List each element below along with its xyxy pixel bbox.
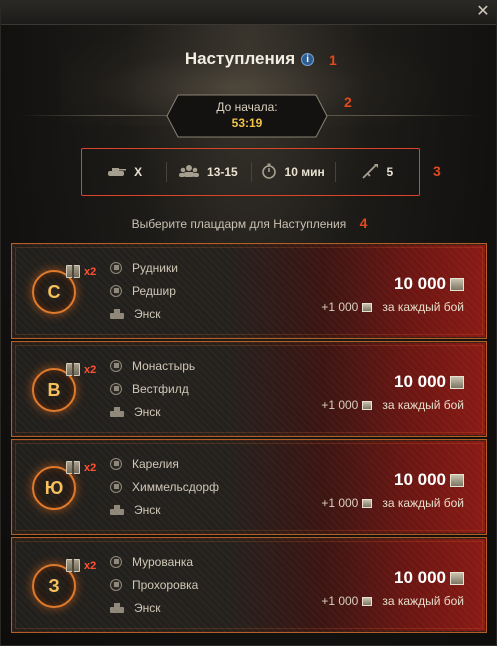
reward-per-battle: +1 000 за каждый бой: [321, 496, 464, 510]
annotation-marker-3: 3: [433, 163, 441, 179]
per-battle-text: за каждый бой: [382, 496, 464, 510]
reward-per-battle: +1 000 за каждый бой: [321, 398, 464, 412]
map-name: Прохоровка: [132, 577, 199, 592]
param-duration-value: 10 мин: [284, 165, 325, 179]
per-battle-amount: +1 000: [321, 398, 359, 412]
per-battle-amount: +1 000: [321, 300, 359, 314]
multiplier-badge: x2: [84, 462, 97, 474]
industrial-resource-icon: [450, 571, 464, 585]
map-name: Рудники: [132, 260, 178, 275]
map-list: Мурованка Прохоровка Энск: [110, 550, 240, 619]
reward-total: 10 000: [394, 372, 464, 392]
map-icon: [110, 457, 122, 470]
map-name: Энск: [134, 306, 161, 321]
per-battle-text: за каждый бой: [382, 300, 464, 314]
reward-total: 10 000: [394, 470, 464, 490]
annotation-marker-1: 1: [329, 52, 337, 68]
headquarters-icon: [110, 602, 124, 613]
industrial-resource-icon: [362, 596, 373, 606]
map-name: Энск: [134, 404, 161, 419]
reserve-box-icon: [66, 461, 80, 474]
map-name: Химмельсдорф: [132, 479, 219, 494]
info-icon[interactable]: i: [301, 52, 315, 66]
per-battle-amount: +1 000: [321, 594, 359, 608]
industrial-resource-icon: [362, 498, 373, 508]
battle-params-panel: X 13-15 10 мин 5: [81, 148, 420, 196]
reward-amount: 10 000: [394, 470, 446, 489]
map-list: Монастырь Вестфилд Энск: [110, 354, 240, 423]
reward-per-battle: +1 000 за каждый бой: [321, 300, 464, 314]
map-icon: [110, 359, 122, 372]
industrial-resource-icon: [450, 375, 464, 389]
players-icon: [179, 164, 200, 180]
direction-list: С x2 Рудники Редшир Энск 10 000 +1 000 з…: [11, 241, 487, 641]
industrial-resource-icon: [362, 302, 373, 312]
reward-per-battle: +1 000 за каждый бой: [321, 594, 464, 608]
headquarters-icon: [110, 406, 124, 417]
close-icon[interactable]: ✕: [474, 3, 492, 21]
reserve-box-icon: [66, 363, 80, 376]
map-icon: [110, 480, 122, 493]
choose-prompt-row: Выберите плацдарм для Наступления 4: [1, 215, 497, 231]
map-icon: [110, 578, 122, 591]
headquarters-icon: [110, 504, 124, 515]
annotation-marker-4: 4: [359, 215, 368, 231]
headquarters-icon: [110, 308, 124, 319]
offensive-window: ✕ Наступления i 1 До начала: 53:19 2 X 1…: [0, 0, 497, 646]
multiplier-badge: x2: [84, 266, 97, 278]
start-timer: До начала: 53:19: [166, 94, 328, 138]
reward-total: 10 000: [394, 568, 464, 588]
param-players-value: 13-15: [207, 165, 238, 179]
map-icon: [110, 261, 122, 274]
timer-label: До начала:: [216, 100, 278, 114]
direction-card-east[interactable]: В x2 Монастырь Вестфилд Энск 10 000 +1 0…: [11, 341, 487, 437]
map-name: Энск: [134, 600, 161, 615]
direction-card-south[interactable]: Ю x2 Карелия Химмельсдорф Энск 10 000 +1…: [11, 439, 487, 535]
map-name: Редшир: [132, 283, 176, 298]
reward-amount: 10 000: [394, 568, 446, 587]
reward-total: 10 000: [394, 274, 464, 294]
map-name: Карелия: [132, 456, 179, 471]
param-battles: 5: [334, 158, 419, 186]
direction-card-west[interactable]: З x2 Мурованка Прохоровка Энск 10 000 +1…: [11, 537, 487, 633]
reserve-box-icon: [66, 265, 80, 278]
reserve-box-icon: [66, 559, 80, 572]
map-name: Мурованка: [132, 554, 194, 569]
per-battle-text: за каждый бой: [382, 594, 464, 608]
param-duration: 10 мин: [250, 158, 335, 186]
map-name: Вестфилд: [132, 381, 189, 396]
multiplier-badge: x2: [84, 560, 97, 572]
choose-prompt: Выберите плацдарм для Наступления: [131, 217, 347, 231]
page-title-row: Наступления i: [1, 49, 497, 69]
map-icon: [110, 382, 122, 395]
annotation-marker-2: 2: [344, 94, 352, 110]
param-battles-value: 5: [386, 165, 394, 179]
reward-amount: 10 000: [394, 274, 446, 293]
param-tier: X: [82, 158, 166, 186]
map-name: Энск: [134, 502, 161, 517]
param-players: 13-15: [166, 158, 250, 186]
industrial-resource-icon: [450, 473, 464, 487]
tank-icon: [106, 165, 127, 179]
per-battle-amount: +1 000: [321, 496, 359, 510]
stopwatch-icon: [261, 163, 277, 181]
window-topbar: ✕: [1, 1, 496, 25]
timer-value: 53:19: [231, 116, 263, 130]
map-icon: [110, 555, 122, 568]
map-list: Рудники Редшир Энск: [110, 256, 240, 325]
param-tier-value: X: [134, 165, 143, 179]
industrial-resource-icon: [450, 277, 464, 291]
multiplier-badge: x2: [84, 364, 97, 376]
map-list: Карелия Химмельсдорф Энск: [110, 452, 240, 521]
per-battle-text: за каждый бой: [382, 398, 464, 412]
map-name: Монастырь: [132, 358, 196, 373]
direction-card-north[interactable]: С x2 Рудники Редшир Энск 10 000 +1 000 з…: [11, 243, 487, 339]
industrial-resource-icon: [362, 400, 373, 410]
page-title: Наступления: [184, 49, 296, 68]
battle-icon: [361, 163, 379, 181]
reward-amount: 10 000: [394, 372, 446, 391]
map-icon: [110, 284, 122, 297]
